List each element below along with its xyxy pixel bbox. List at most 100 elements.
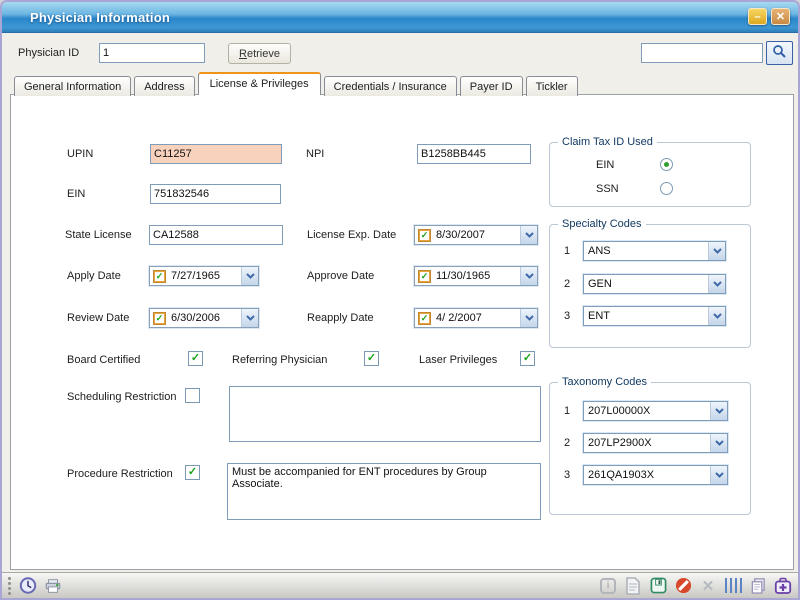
- titlebar: Physician Information – ✕: [2, 2, 798, 33]
- specialty-3-combo[interactable]: ENT: [583, 306, 726, 326]
- laser-privileges-label: Laser Privileges: [419, 354, 497, 366]
- specialty-2-combo[interactable]: GEN: [583, 274, 726, 294]
- claim-tax-id-group-title: Claim Tax ID Used: [558, 136, 657, 148]
- grip-handle[interactable]: [8, 577, 11, 595]
- date-dropdown-button[interactable]: [520, 226, 537, 244]
- status-bar: i ✕: [2, 572, 798, 598]
- date-checkbox[interactable]: ✓: [418, 270, 431, 283]
- taxonomy-codes-group: Taxonomy Codes 1 207L00000X 2 207LP2900X…: [549, 382, 751, 515]
- claim-tax-ein-label: EIN: [596, 159, 614, 171]
- reapply-date-picker[interactable]: ✓ 4/ 2/2007: [414, 308, 538, 328]
- combo-dropdown-button[interactable]: [708, 275, 725, 293]
- combo-dropdown-button[interactable]: [710, 466, 727, 484]
- info-icon[interactable]: i: [599, 577, 617, 595]
- specialty-codes-group-title: Specialty Codes: [558, 218, 646, 230]
- separator-bars-icon: [724, 577, 742, 595]
- combo-dropdown-button[interactable]: [710, 402, 727, 420]
- tab-payer-id[interactable]: Payer ID: [460, 76, 523, 96]
- laser-privileges-checkbox[interactable]: ✓: [520, 351, 535, 366]
- physician-id-label: Physician ID: [18, 47, 79, 59]
- claim-tax-ein-radio[interactable]: [660, 158, 673, 171]
- minimize-icon: –: [754, 11, 760, 23]
- radio-dot: [664, 162, 669, 167]
- search-button[interactable]: [766, 41, 793, 65]
- specialty-1-combo[interactable]: ANS: [583, 241, 726, 261]
- upin-label: UPIN: [67, 148, 93, 160]
- claim-tax-ssn-radio[interactable]: [660, 182, 673, 195]
- taxonomy-codes-group-title: Taxonomy Codes: [558, 376, 651, 388]
- procedure-restriction-checkbox[interactable]: ✓: [185, 465, 200, 480]
- clock-icon[interactable]: [19, 577, 37, 595]
- referring-physician-checkbox[interactable]: ✓: [364, 351, 379, 366]
- date-dropdown-button[interactable]: [241, 309, 258, 327]
- date-dropdown-button[interactable]: [520, 267, 537, 285]
- procedure-restriction-textarea[interactable]: Must be accompanied for ENT procedures b…: [227, 463, 541, 520]
- close-button[interactable]: ✕: [771, 8, 790, 25]
- procedure-restriction-label: Procedure Restriction: [67, 468, 173, 480]
- print-icon[interactable]: [44, 577, 62, 595]
- state-license-label: State License: [65, 229, 132, 241]
- date-dropdown-button[interactable]: [520, 309, 537, 327]
- combo-dropdown-button[interactable]: [708, 307, 725, 325]
- tab-license-privileges[interactable]: License & Privileges: [198, 72, 321, 95]
- review-date-label: Review Date: [67, 312, 129, 324]
- check-icon: ✓: [155, 314, 164, 323]
- license-exp-date-label: License Exp. Date: [307, 229, 396, 241]
- check-icon: ✓: [420, 272, 429, 281]
- date-value: 11/30/1965: [431, 270, 520, 282]
- claim-tax-ssn-label: SSN: [596, 183, 619, 195]
- window-title: Physician Information: [30, 10, 170, 25]
- referring-physician-label: Referring Physician: [232, 354, 327, 366]
- tab-credentials-insurance[interactable]: Credentials / Insurance: [324, 76, 457, 96]
- state-license-input[interactable]: [149, 225, 283, 245]
- copy-icon[interactable]: [749, 577, 767, 595]
- scheduling-restriction-label: Scheduling Restriction: [67, 391, 176, 403]
- minimize-button[interactable]: –: [748, 8, 767, 25]
- npi-input[interactable]: [417, 144, 531, 164]
- close-icon: ✕: [776, 10, 785, 23]
- check-icon: ✓: [420, 314, 429, 323]
- delete-icon[interactable]: ✕: [699, 577, 717, 595]
- date-checkbox[interactable]: ✓: [418, 229, 431, 242]
- cancel-icon[interactable]: [674, 577, 692, 595]
- board-certified-label: Board Certified: [67, 354, 140, 366]
- date-checkbox[interactable]: ✓: [153, 312, 166, 325]
- physician-information-window: Physician Information – ✕ Physician ID R…: [0, 0, 800, 600]
- date-checkbox[interactable]: ✓: [153, 270, 166, 283]
- board-certified-checkbox[interactable]: ✓: [188, 351, 203, 366]
- tab-general-information[interactable]: General Information: [14, 76, 131, 96]
- taxonomy-2-number: 2: [564, 437, 570, 449]
- specialty-2-number: 2: [564, 278, 570, 290]
- license-exp-date-picker[interactable]: ✓ 8/30/2007: [414, 225, 538, 245]
- approve-date-picker[interactable]: ✓ 11/30/1965: [414, 266, 538, 286]
- date-dropdown-button[interactable]: [241, 267, 258, 285]
- ein-input[interactable]: [150, 184, 281, 204]
- physician-id-input[interactable]: [99, 43, 205, 63]
- check-icon: ✓: [191, 353, 200, 364]
- scheduling-restriction-textarea[interactable]: [229, 386, 541, 442]
- tab-tickler[interactable]: Tickler: [526, 76, 578, 96]
- date-value: 6/30/2006: [166, 312, 241, 324]
- scheduling-restriction-checkbox[interactable]: [185, 388, 200, 403]
- retrieve-button[interactable]: Retrieve: [228, 43, 291, 64]
- taxonomy-1-combo[interactable]: 207L00000X: [583, 401, 728, 421]
- medical-kit-icon[interactable]: [774, 577, 792, 595]
- taxonomy-2-combo[interactable]: 207LP2900X: [583, 433, 728, 453]
- check-icon: ✓: [420, 231, 429, 240]
- document-icon[interactable]: [624, 577, 642, 595]
- reapply-date-label: Reapply Date: [307, 312, 374, 324]
- upin-input[interactable]: [150, 144, 282, 164]
- specialty-codes-group: Specialty Codes 1 ANS 2 GEN 3 ENT: [549, 224, 751, 348]
- taxonomy-3-combo[interactable]: 261QA1903X: [583, 465, 728, 485]
- tab-strip: General Information Address License & Pr…: [14, 72, 798, 95]
- license-privileges-panel: UPIN NPI EIN State License License Exp. …: [10, 94, 794, 570]
- combo-dropdown-button[interactable]: [708, 242, 725, 260]
- save-icon[interactable]: [649, 577, 667, 595]
- date-checkbox[interactable]: ✓: [418, 312, 431, 325]
- tab-address[interactable]: Address: [134, 76, 194, 96]
- review-date-picker[interactable]: ✓ 6/30/2006: [149, 308, 259, 328]
- combo-dropdown-button[interactable]: [710, 434, 727, 452]
- specialty-3-number: 3: [564, 310, 570, 322]
- search-input[interactable]: [641, 43, 763, 63]
- apply-date-picker[interactable]: ✓ 7/27/1965: [149, 266, 259, 286]
